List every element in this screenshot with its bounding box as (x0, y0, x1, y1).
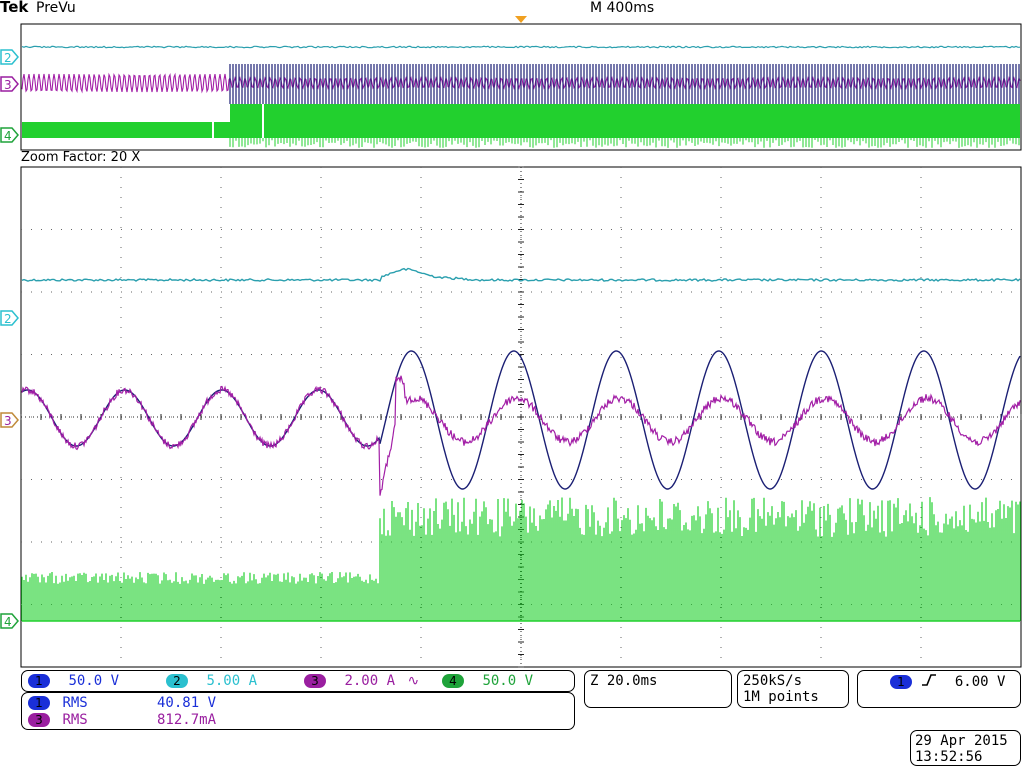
ch4-ground-marker[interactable]: 4 (0, 613, 19, 629)
measurement-row[interactable]: 1 RMS (28, 695, 88, 711)
acquisition-box[interactable]: 250kS/s 1M points (737, 670, 849, 708)
ch3-scale-readout[interactable]: 3 2.00 A ∿ (304, 673, 419, 689)
ch1-chip: 1 (28, 674, 50, 688)
rising-edge-icon (920, 673, 938, 691)
ch2-scale-readout[interactable]: 2 5.00 A (166, 673, 257, 689)
date-readout: 29 Apr 2015 (915, 733, 1008, 749)
ch1-scale-readout[interactable]: 1 50.0 V (28, 673, 119, 689)
svg-text:4: 4 (4, 615, 12, 629)
measurement-ch1-chip: 1 (28, 696, 50, 710)
sample-rate-readout: 250kS/s (743, 673, 803, 689)
svg-text:2: 2 (4, 312, 12, 326)
zoom-timebase-box[interactable]: Z 20.0ms (584, 670, 732, 708)
measurement-row[interactable]: 3 RMS (28, 712, 88, 728)
datetime-box: 29 Apr 2015 13:52:56 (910, 730, 1021, 766)
channel-scale-box[interactable]: 1 50.0 V 2 5.00 A 3 2.00 A ∿ 4 50.0 V (21, 670, 575, 692)
measurement-value: 812.7mA (157, 712, 217, 728)
time-readout: 13:52:56 (915, 749, 983, 765)
record-length-readout: 1M points (743, 689, 819, 705)
ch4-chip: 4 (442, 674, 464, 688)
measurement-ch3-chip: 3 (28, 713, 50, 727)
trigger-source-chip: 1 (890, 675, 912, 689)
measurements-box[interactable]: 1 RMS 40.81 V 3 RMS 812.7mA (21, 692, 575, 730)
ch2-ground-marker[interactable]: 2 (0, 310, 19, 326)
bandwidth-limit-icon: ∿ (407, 673, 420, 689)
svg-text:3: 3 (4, 414, 12, 428)
main-graticule[interactable]: 2 3 4 (0, 0, 1024, 670)
ch3-chip: 3 (304, 674, 326, 688)
ch3-ground-marker[interactable]: 3 (0, 412, 19, 428)
ch2-chip: 2 (166, 674, 188, 688)
ch4-scale-readout[interactable]: 4 50.0 V (442, 673, 533, 689)
measurement-value: 40.81 V (157, 695, 217, 711)
trigger-box[interactable]: 1 6.00 V (857, 670, 1021, 708)
zoom-timebase-readout: Z 20.0ms (590, 673, 658, 689)
trigger-readout[interactable]: 1 6.00 V (890, 673, 1005, 691)
